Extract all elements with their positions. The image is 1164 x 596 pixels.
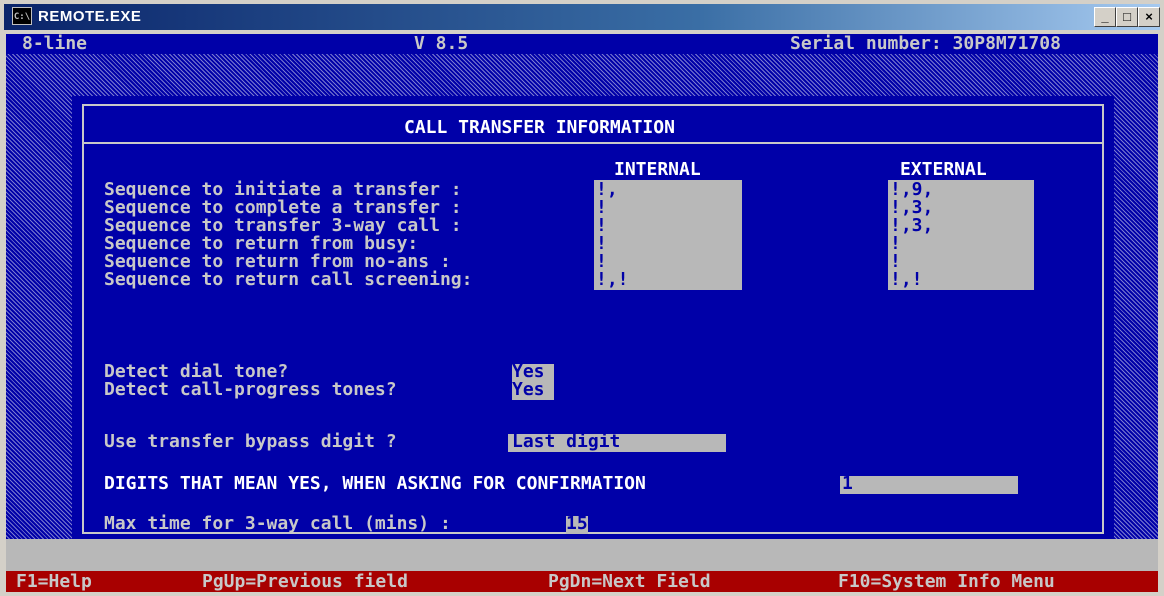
confirmation-digits-value[interactable]: 1 bbox=[842, 474, 853, 494]
help-key-hint: F1=Help bbox=[16, 571, 92, 592]
line-mode: 8-line bbox=[22, 34, 88, 54]
detect-call-progress-label: Detect call-progress tones? bbox=[104, 379, 397, 400]
confirmation-digits-label: DIGITS THAT MEAN YES, WHEN ASKING FOR CO… bbox=[104, 473, 646, 494]
window-title: REMOTE.EXE bbox=[38, 8, 142, 25]
serial-number: Serial number: 30P8M71708 bbox=[790, 34, 1061, 54]
console-screen[interactable]: 8-line V 8.5 Serial number: 30P8M71708 C… bbox=[6, 34, 1158, 592]
header-bar: 8-line V 8.5 Serial number: 30P8M71708 bbox=[6, 34, 1158, 54]
dialog-title: CALL TRANSFER INFORMATION bbox=[404, 117, 675, 138]
internal-screening-field[interactable]: !,! bbox=[596, 270, 629, 290]
system-info-hint: F10=System Info Menu bbox=[838, 571, 1055, 592]
minimize-button[interactable]: _ bbox=[1094, 7, 1116, 27]
title-bar[interactable]: C:\ REMOTE.EXE _ □ × bbox=[4, 4, 1160, 30]
previous-field-hint: PgUp=Previous field bbox=[202, 571, 408, 592]
max-time-value[interactable]: 15 bbox=[566, 514, 588, 534]
status-bar: F1=Help PgUp=Previous field PgDn=Next Fi… bbox=[6, 571, 1158, 592]
confirmation-digits-box[interactable] bbox=[840, 476, 1018, 494]
detect-call-progress-value[interactable]: Yes bbox=[512, 380, 545, 400]
external-column-header: EXTERNAL bbox=[900, 159, 987, 180]
close-button[interactable]: × bbox=[1138, 7, 1160, 27]
version-label: V 8.5 bbox=[414, 34, 469, 54]
dialog-title-separator bbox=[82, 142, 1104, 144]
maximize-button[interactable]: □ bbox=[1116, 7, 1138, 27]
internal-column-header: INTERNAL bbox=[614, 159, 701, 180]
message-line bbox=[6, 539, 1158, 571]
next-field-hint: PgDn=Next Field bbox=[548, 571, 711, 592]
external-screening-field[interactable]: !,! bbox=[890, 270, 923, 290]
console-window: C:\ REMOTE.EXE _ □ × 8-line V 8.5 Serial… bbox=[0, 0, 1164, 596]
bypass-digit-value[interactable]: Last digit bbox=[512, 432, 620, 452]
bypass-digit-label: Use transfer bypass digit ? bbox=[104, 431, 397, 452]
console-app-icon[interactable]: C:\ bbox=[12, 7, 32, 25]
max-time-label: Max time for 3-way call (mins) : bbox=[104, 513, 451, 534]
row-label-screening: Sequence to return call screening: bbox=[104, 269, 473, 290]
call-transfer-dialog: CALL TRANSFER INFORMATION INTERNAL EXTER… bbox=[72, 96, 1114, 542]
